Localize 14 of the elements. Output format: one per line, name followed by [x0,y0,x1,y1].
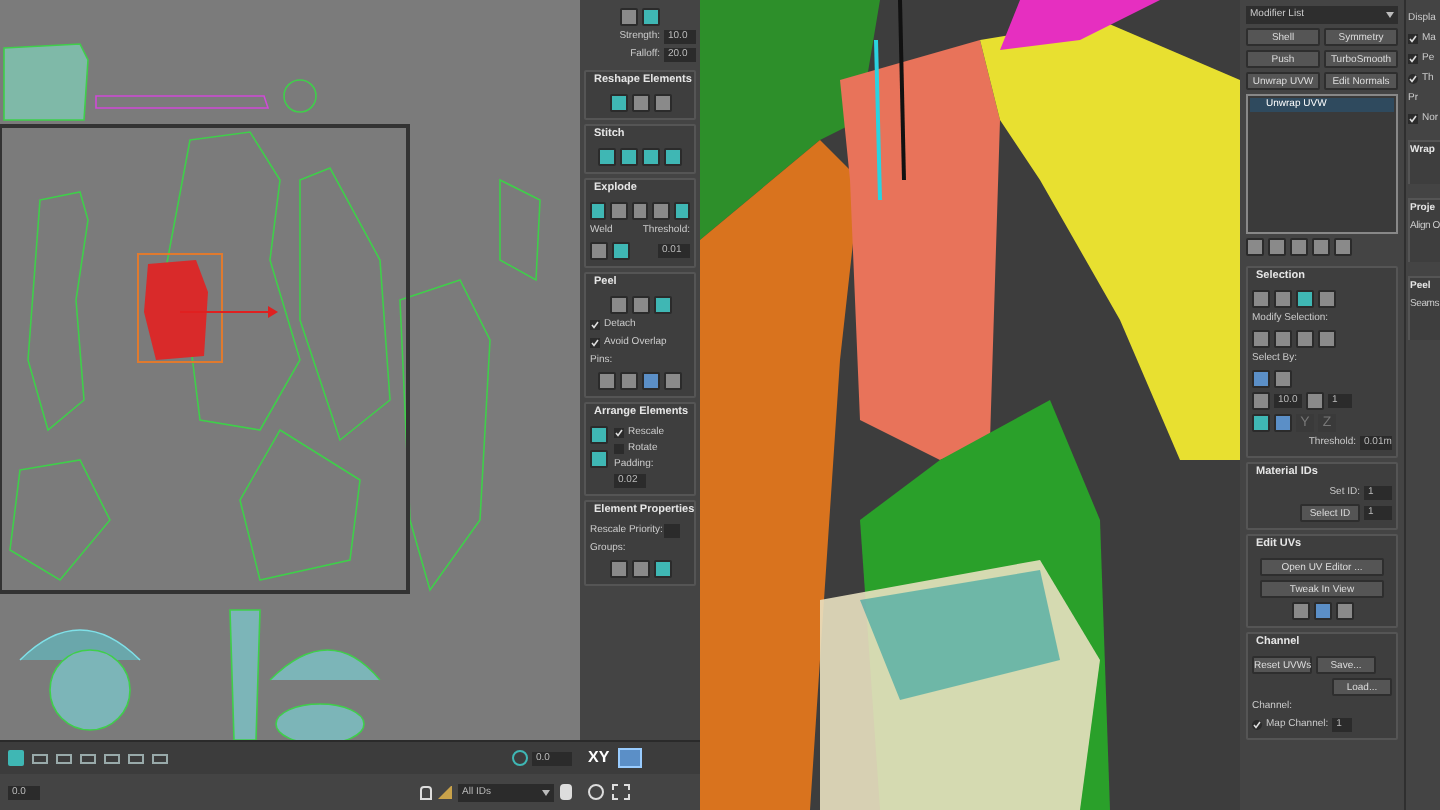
checkbox[interactable] [1408,114,1418,124]
radio-button[interactable] [1408,74,1418,84]
checkbox[interactable] [590,320,600,330]
lock-icon[interactable] [420,785,432,799]
checkbox[interactable] [614,428,624,438]
caret-icon [1386,12,1394,18]
checkbox[interactable] [1408,34,1418,44]
zoom-extents-icon[interactable] [612,784,630,800]
caret-icon [542,789,550,795]
radio-button[interactable] [1252,720,1262,730]
checkbox[interactable] [1408,54,1418,64]
checkbox[interactable] [590,338,600,348]
axis-label[interactable]: XY [588,750,610,766]
selected-island-drawing [136,252,280,368]
